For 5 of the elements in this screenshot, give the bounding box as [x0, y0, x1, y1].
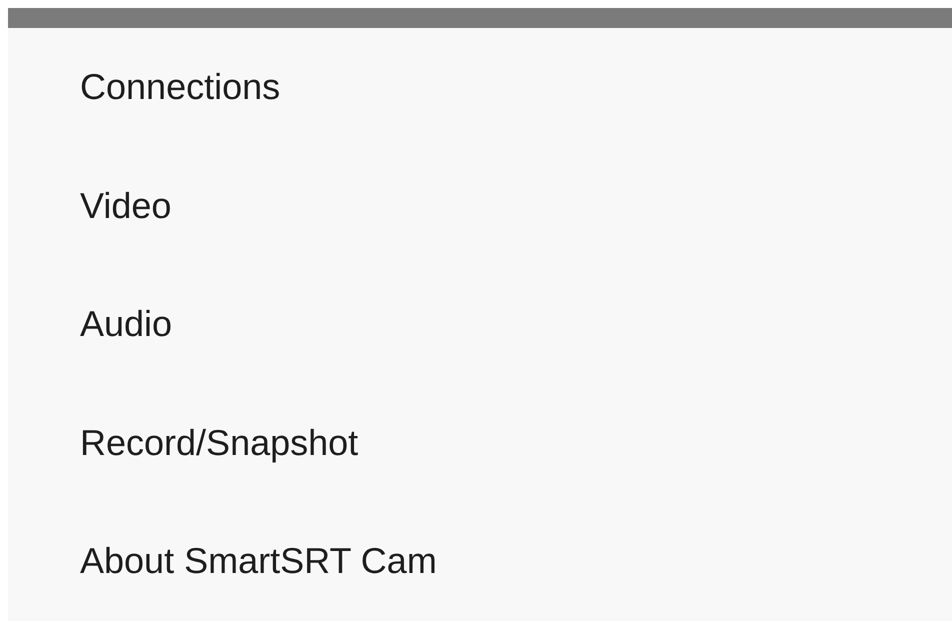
- menu-item[interactable]: Record/Snapshot: [80, 416, 358, 470]
- menu-item[interactable]: About SmartSRT Cam: [80, 534, 437, 588]
- menu-item[interactable]: Connections: [80, 60, 280, 114]
- menu-item[interactable]: Audio: [80, 297, 172, 352]
- menu-item[interactable]: Video: [80, 178, 172, 233]
